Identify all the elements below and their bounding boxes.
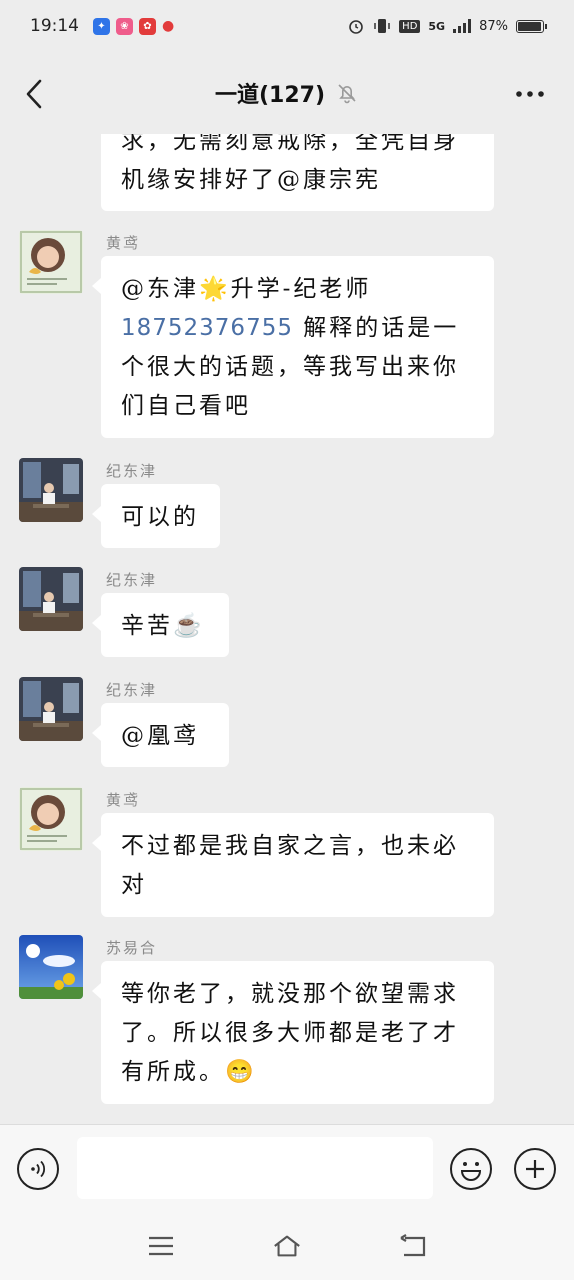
message-line: 有所成。😁 [121,1059,257,1085]
message-bubble[interactable]: 可以的 [92,484,220,548]
message-bubble[interactable]: @东津🌟升学-纪老师 18752376755 解释的话是一 个很大的话题，等我写… [92,256,494,438]
message-line: 对 [121,872,147,898]
message-line: 辛苦☕ [121,613,205,639]
phone-number-link[interactable]: 18752376755 [121,315,293,341]
plus-icon [526,1160,544,1178]
app-notification-icon: ✿ [139,17,156,35]
more-button[interactable] [510,76,550,112]
status-time: 19:14 [30,16,79,36]
avatar-image [19,567,83,631]
message-line: @凰鸢 [121,723,199,749]
sender-name: 苏易合 [106,939,158,957]
alarm-icon [349,20,363,34]
message-line: @东津🌟升学-纪老师 [121,270,474,309]
message-line: 求，无需刻意戒除，全凭自身 [121,134,459,154]
location-icon: ● [162,18,175,34]
back-button[interactable] [14,74,54,114]
more-functions-button[interactable] [514,1148,556,1190]
system-nav-bar [0,1212,574,1280]
avatar[interactable] [19,677,83,741]
hd-badge: HD [399,19,421,33]
avatar-image [19,787,83,851]
status-bar: 19:14 ✦ ❀ ✿ ● HD 5G 87% [0,0,574,52]
avatar-image [19,935,83,999]
message-line: 个很大的话题，等我写出来你 [121,354,459,380]
chat-message-list[interactable]: 求，无需刻意戒除，全凭自身 机缘安排好了@康宗宪 黄鸢 @东津🌟升学-纪老师 1… [0,134,574,1124]
message-bubble[interactable]: 求，无需刻意戒除，全凭自身 机缘安排好了@康宗宪 [101,134,494,211]
bell-off-icon [338,84,356,104]
avatar[interactable] [19,567,83,631]
avatar-image [19,230,83,294]
avatar[interactable] [19,458,83,522]
chat-title: 一道(127) [214,83,326,108]
menu-icon [149,1236,173,1256]
message-text: 解释的话是一 [303,315,460,341]
recent-apps-button[interactable] [146,1231,176,1261]
battery-percent: 87% [479,18,508,34]
back-arrow-icon [26,79,42,109]
emoji-button[interactable] [450,1148,492,1190]
voice-icon [31,1160,45,1178]
avatar[interactable] [19,935,83,999]
back-nav-button[interactable] [398,1231,428,1261]
sender-name: 纪东津 [106,462,158,480]
home-icon [274,1235,300,1257]
message-line: 可以的 [121,504,199,530]
message-line: 们自己看吧 [121,393,251,419]
sender-name: 纪东津 [106,681,158,699]
sender-name: 黄鸢 [106,791,141,809]
return-icon [400,1234,426,1257]
home-button[interactable] [272,1231,302,1261]
app-notification-icon: ❀ [116,17,133,35]
message-bubble[interactable]: 辛苦☕ [92,593,229,657]
network-label: 5G [428,19,446,33]
sender-name: 纪东津 [106,571,158,589]
input-bar [0,1124,574,1212]
avatar-image [19,677,83,741]
message-line: 不过都是我自家之言，也未必 [121,833,459,859]
signal-icon [453,19,472,33]
emoji-icon [460,1162,482,1181]
vibrate-icon [374,19,390,33]
mention-text[interactable]: @东津🌟升学-纪老师 [121,276,371,302]
voice-button[interactable] [17,1148,59,1190]
avatar-image [19,458,83,522]
battery-icon [516,19,547,33]
message-bubble[interactable]: @凰鸢 [92,703,229,767]
chat-header: 一道(127) [0,52,574,134]
message-line: 18752376755 解释的话是一 [121,309,474,348]
message-line: 了。所以很多大师都是老了才 [121,1020,459,1046]
avatar[interactable] [19,230,83,294]
message-bubble[interactable]: 等你老了，就没那个欲望需求 了。所以很多大师都是老了才 有所成。😁 [92,961,494,1104]
message-line: 等你老了，就没那个欲望需求 [121,981,459,1007]
message-input[interactable] [77,1137,433,1199]
sender-name: 黄鸢 [106,234,141,252]
message-line: 机缘安排好了@康宗宪 [121,167,381,193]
more-dots-icon [516,91,544,97]
app-notification-icon: ✦ [93,17,110,35]
avatar[interactable] [19,787,83,851]
message-bubble[interactable]: 不过都是我自家之言，也未必 对 [92,813,494,917]
